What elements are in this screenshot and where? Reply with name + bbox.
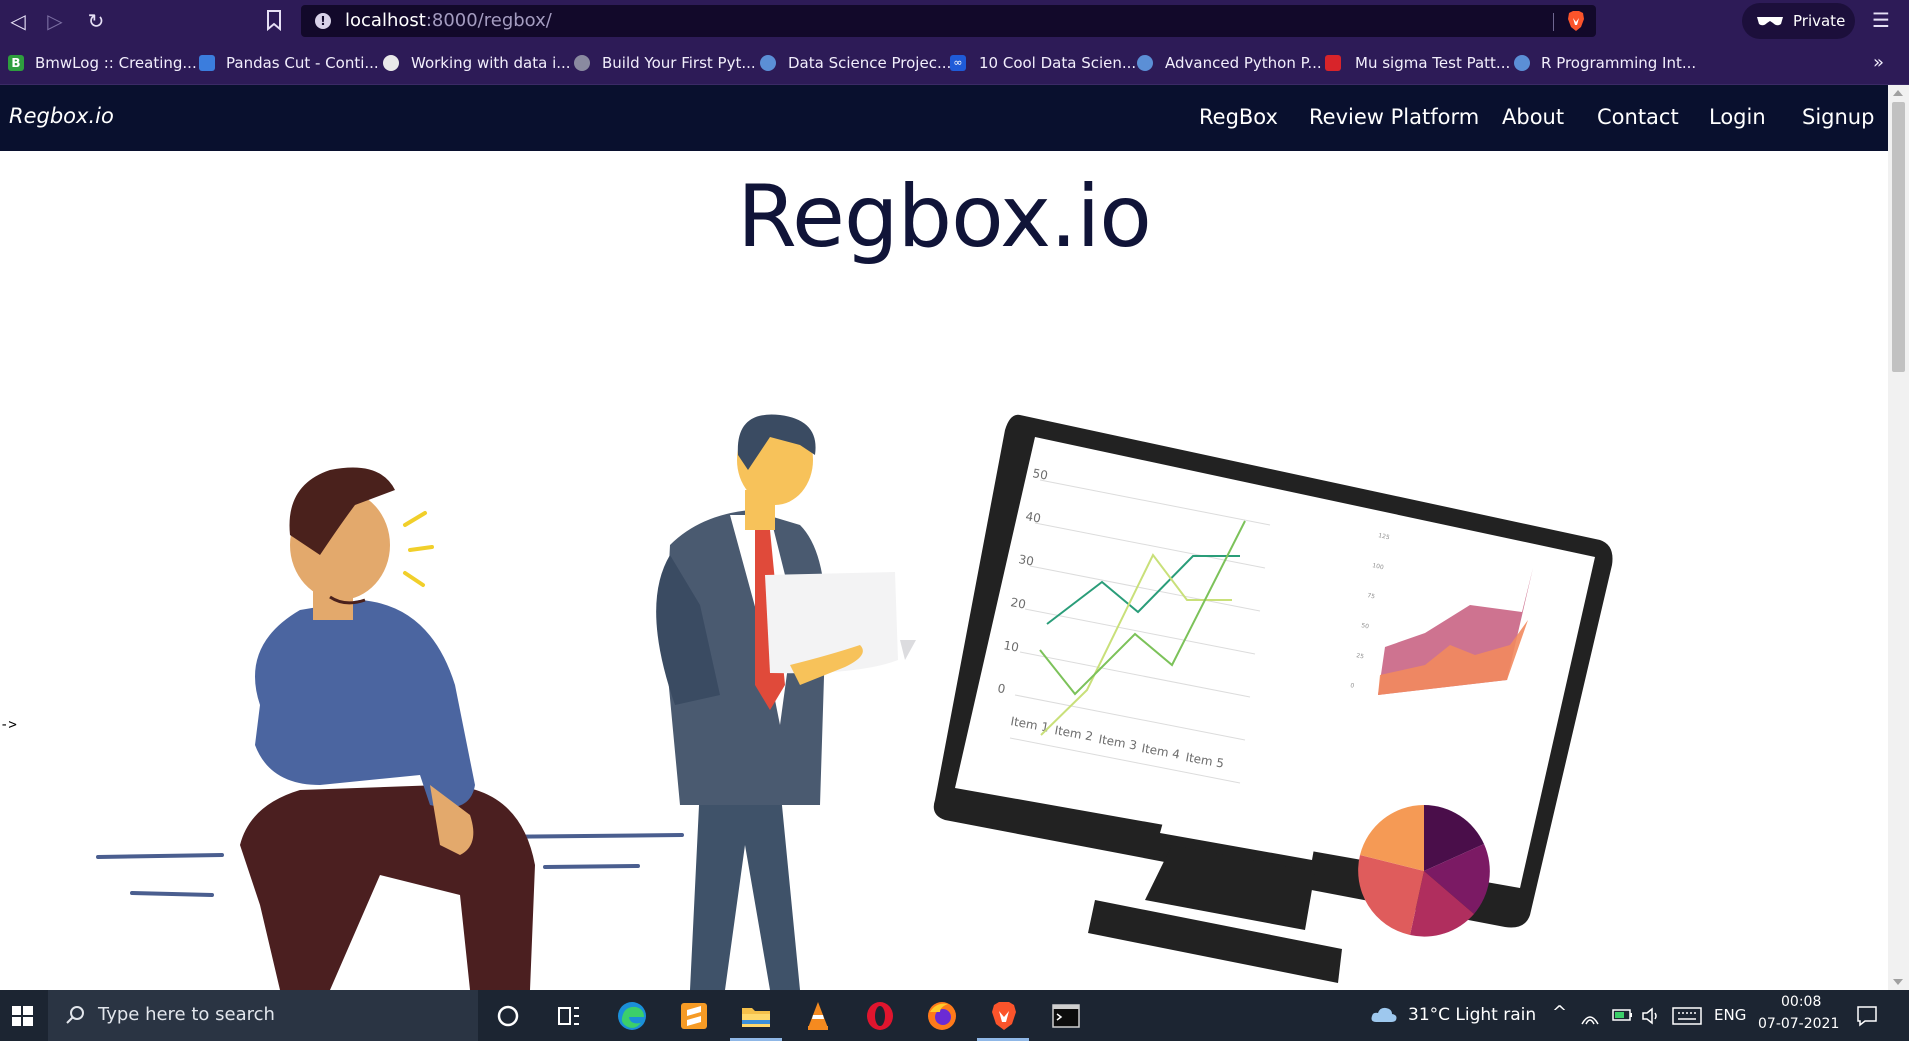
dsp-icon [760, 55, 776, 71]
back-icon[interactable]: ◁ [6, 9, 30, 33]
windows-start-icon[interactable] [0, 990, 48, 1041]
task-view-icon[interactable] [551, 998, 587, 1034]
businessman-figure [656, 414, 916, 990]
site-info-icon[interactable]: ! [315, 13, 331, 29]
browser-toolbar: ◁ ▷ ↻ ! localhost:8000/regbox/ Private ☰ [0, 0, 1909, 42]
opera-icon[interactable] [862, 998, 898, 1034]
clock-date[interactable]: 07-07-2021 [1758, 1016, 1839, 1032]
address-bar[interactable]: ! localhost:8000/regbox/ [301, 5, 1596, 37]
volume-icon[interactable] [1640, 1006, 1660, 1026]
terminal-icon[interactable] [1048, 998, 1084, 1034]
weather-cloud-icon[interactable] [1370, 1004, 1398, 1026]
y-tick: 20 [1009, 595, 1026, 611]
python-icon [1137, 55, 1153, 71]
vlc-icon[interactable] [800, 998, 836, 1034]
brave-browser-icon[interactable] [986, 998, 1022, 1034]
show-hidden-icons-icon[interactable]: ^ [1552, 1002, 1567, 1023]
y-tick: 50 [1031, 466, 1048, 482]
page-viewport: Regbox.io RegBox Review Platform About C… [0, 85, 1888, 990]
forward-icon[interactable]: ▷ [43, 9, 67, 33]
infinity-icon: ∞ [950, 55, 966, 71]
seated-man-figure [240, 467, 535, 990]
monitor-illustration: 50 40 30 20 10 0 Item 1 Item 2 Item 3 It… [933, 414, 1613, 983]
clock-time[interactable]: 00:08 [1781, 994, 1821, 1010]
bookmarks-overflow-button[interactable]: » [1873, 51, 1884, 75]
windows-taskbar: Type here to search 31°C Light rain ^ EN… [0, 990, 1909, 1041]
sublime-text-icon[interactable] [676, 998, 712, 1034]
private-window-badge[interactable]: Private [1742, 3, 1855, 39]
cube-icon [574, 55, 590, 71]
network-icon[interactable] [1580, 1006, 1600, 1026]
url-text[interactable]: localhost:8000/regbox/ [345, 10, 552, 31]
file-explorer-icon[interactable] [738, 998, 774, 1034]
globe-icon [383, 55, 399, 71]
search-placeholder: Type here to search [98, 1004, 275, 1025]
y-tick: 40 [1024, 509, 1041, 525]
hero-illustration: 50 40 30 20 10 0 Item 1 Item 2 Item 3 It… [96, 414, 1613, 990]
private-label: Private [1793, 12, 1846, 30]
reload-icon[interactable]: ↻ [84, 9, 108, 33]
scroll-down-icon[interactable] [1893, 979, 1903, 985]
menu-icon[interactable]: ☰ [1872, 10, 1890, 30]
brave-shield-icon[interactable] [1566, 10, 1586, 32]
search-icon [66, 1006, 84, 1024]
keyboard-icon[interactable] [1672, 1007, 1702, 1025]
bookmarks-bar: B BmwLog :: Creating... Pandas Cut - Con… [0, 42, 1909, 85]
firefox-icon[interactable] [924, 998, 960, 1034]
edge-icon[interactable] [614, 998, 650, 1034]
vertical-scrollbar[interactable] [1888, 85, 1909, 990]
weather-text[interactable]: 31°C Light rain [1408, 1005, 1536, 1025]
battery-icon[interactable] [1612, 1007, 1634, 1023]
notification-center-icon[interactable] [1856, 1005, 1878, 1027]
pandas-icon [199, 55, 215, 71]
url-separator [1553, 13, 1554, 31]
scroll-up-icon[interactable] [1893, 90, 1903, 96]
pie-chart [1358, 805, 1490, 937]
cortana-icon[interactable] [490, 998, 526, 1034]
bookmark-icon[interactable] [265, 9, 283, 31]
y-tick: 30 [1017, 552, 1034, 568]
language-indicator[interactable]: ENG [1714, 1006, 1746, 1024]
r-icon [1514, 55, 1530, 71]
musigma-icon [1325, 55, 1341, 71]
bmwlog-icon: B [8, 55, 24, 71]
taskbar-search-box[interactable]: Type here to search [48, 990, 478, 1041]
y-tick: 10 [1002, 638, 1019, 654]
scrollbar-thumb[interactable] [1892, 102, 1905, 372]
private-mask-icon [1757, 17, 1783, 26]
